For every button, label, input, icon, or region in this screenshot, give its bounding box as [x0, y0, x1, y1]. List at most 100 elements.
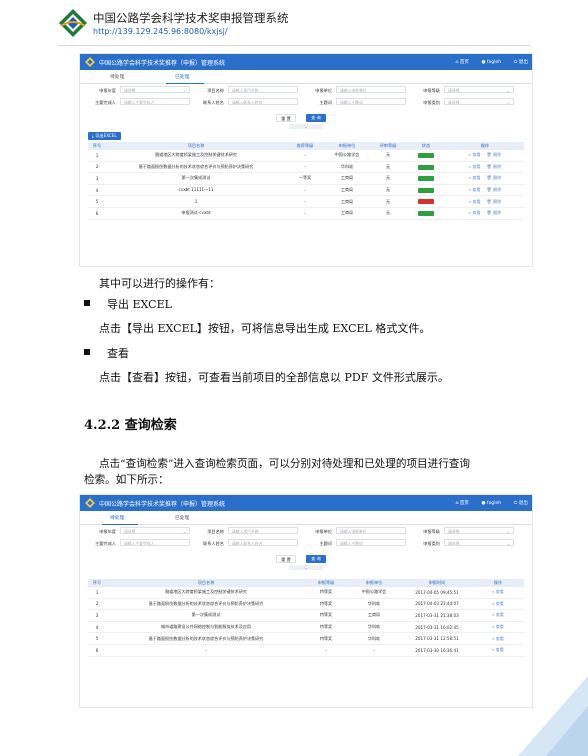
cell-name: -: [106, 644, 306, 657]
tab-processed[interactable]: 已处理: [175, 73, 189, 80]
view-label: 查看: [472, 187, 481, 193]
filter-unit-input[interactable]: 请输入申报单位: [336, 527, 406, 534]
collapse-toggle[interactable]: ⌄: [80, 123, 532, 130]
section-heading: 4.2.2 查询检索: [84, 418, 177, 433]
export-excel-button[interactable]: ⤓ 导出EXCEL: [88, 132, 121, 140]
cell-grade: 特等奖: [306, 632, 346, 645]
filter-keyword-placeholder: 请输入主题词: [340, 541, 363, 546]
nav-user-link[interactable]: ● fagleh: [481, 501, 501, 506]
nav-home-link[interactable]: ⌂ 首页: [455, 501, 469, 506]
cell-actions: ⌕ 查看 🗑 删除: [446, 172, 524, 185]
cell-name: 申报测试-cvxbt: [106, 207, 286, 220]
bullet-marker: [84, 300, 90, 306]
tab-processed[interactable]: 已处理: [175, 514, 189, 521]
reset-button[interactable]: 重 置: [276, 114, 296, 122]
delete-label: 删除: [493, 152, 502, 158]
cell-actions: ⌕ 查看 🗑 删除: [446, 184, 524, 197]
cell-review: 无: [370, 150, 406, 162]
app-title: 中国公路学会科学技术奖推荐（申报）管理系统: [99, 501, 226, 508]
view-link[interactable]: ⌕ 查看: [469, 210, 481, 215]
tab-pending[interactable]: 待处理: [110, 514, 124, 521]
view-link[interactable]: ⌕ 查看: [469, 164, 481, 169]
system-url[interactable]: http://139.129.245.96:8080/kxjsj/: [93, 27, 228, 36]
chevron-down-icon: ⌄: [289, 565, 323, 570]
cell-review: 无: [370, 172, 406, 185]
filter-project-input[interactable]: 请输入项目名称: [228, 527, 298, 534]
cell-grade: 特等奖: [306, 609, 346, 622]
cell-no: 3: [88, 172, 106, 185]
view-label: 查看: [495, 635, 504, 641]
delete-link[interactable]: 🗑 删除: [487, 164, 502, 169]
filter-level-select[interactable]: 请选择 ⌄: [444, 86, 514, 93]
cell-grade: 特等奖: [306, 587, 346, 599]
view-link[interactable]: ⌕ 查看: [492, 612, 504, 617]
view-label: 查看: [495, 612, 504, 618]
nav-home-link[interactable]: ⌂ 首页: [455, 60, 469, 65]
document-header: 中国公路学会科学技术奖申报管理系统 http://139.129.245.96:…: [0, 0, 588, 48]
cell-name: 城市道路建设公共网络控制与智能服务技术及应用: [106, 621, 306, 634]
view-link[interactable]: ⌕ 查看: [469, 152, 481, 157]
chevron-down-icon: ⌄: [182, 88, 186, 93]
app-logo-icon: [85, 57, 95, 67]
reset-button[interactable]: 重 置: [276, 555, 296, 563]
cell-grade: -: [306, 644, 346, 657]
delete-link[interactable]: 🗑 删除: [487, 175, 502, 180]
app-title: 中国公路学会科学技术奖推荐（申报）管理系统: [99, 60, 226, 67]
filter-contact-input[interactable]: 请输入联系人姓名: [228, 539, 298, 546]
filter-completer-input[interactable]: 请输入主要完成人: [120, 98, 190, 105]
view-link[interactable]: ⌕ 查看: [469, 187, 481, 192]
delete-link[interactable]: 🗑 删除: [487, 210, 502, 215]
collapse-toggle[interactable]: ⌄: [80, 564, 532, 571]
view-link[interactable]: ⌕ 查看: [469, 199, 481, 204]
cell-unit: 华科软: [346, 632, 402, 645]
app-logo-icon: [85, 498, 95, 508]
filter-form: 申报年度 请选择 ⌄ 项目名称 请输入项目名称 申报单位 请输入申报单位 申报等级…: [80, 525, 532, 555]
cell-name: 基于路面损伤数据分析的技术状态综合评价与预防养护决策研究: [106, 161, 286, 174]
delete-link[interactable]: 🗑 删除: [487, 187, 502, 192]
cell-review: 无: [370, 184, 406, 197]
filter-year-select[interactable]: 请选择 ⌄: [120, 86, 190, 93]
filter-level-select[interactable]: 请选择 ⌄: [444, 527, 514, 534]
cell-grade: -: [286, 195, 324, 208]
filter-completer-input[interactable]: 请输入主要完成人: [120, 539, 190, 546]
delete-link[interactable]: 🗑 删除: [487, 199, 502, 204]
table-row: 2 基于路面损伤数据分析的技术状态综合评价与预防养护决策研究 特等奖 华科软 2017-…: [88, 598, 524, 611]
cell-actions: ⌕ 查看 🗑 删除: [446, 195, 524, 208]
view-link[interactable]: ⌕ 查看: [492, 624, 504, 629]
filter-contact-input[interactable]: 请输入联系人姓名: [228, 98, 298, 105]
cell-actions: ⌕ 查看 🗑 删除: [446, 161, 524, 174]
cell-no: 5: [88, 632, 106, 645]
view-link[interactable]: ⌕ 查看: [492, 636, 504, 641]
cell-unit: 工商局: [324, 184, 370, 197]
filter-project-placeholder: 请输入项目名称: [232, 88, 259, 93]
filter-completer-placeholder: 请输入主要完成人: [124, 541, 155, 546]
view-link[interactable]: ⌕ 查看: [492, 601, 504, 606]
delete-link[interactable]: 🗑 删除: [487, 152, 502, 157]
nav-logout-link[interactable]: ⏻ 退出: [514, 501, 528, 506]
filter-project-input[interactable]: 请输入项目名称: [228, 86, 298, 93]
filter-label-level: 申报等级: [423, 88, 440, 93]
delete-label: 删除: [493, 175, 502, 181]
filter-keyword-input[interactable]: 请输入主题词: [336, 539, 406, 546]
cell-status: [406, 172, 446, 185]
column-header: 申报时间: [402, 579, 472, 587]
filter-category-select[interactable]: 请选择 ⌄: [444, 539, 514, 546]
item-view-description: 点击【查看】按钮，可查看当前项目的全部信息以 PDF 文件形式展示。: [99, 371, 449, 384]
app-top-bar: 中国公路学会科学技术奖推荐（申报）管理系统 ⌂ 首页 ● fagleh ⏻ 退出: [80, 54, 532, 70]
nav-user-link[interactable]: ● fagleh: [481, 60, 501, 65]
filter-unit-input[interactable]: 请输入申报单位: [336, 86, 406, 93]
filter-keyword-input[interactable]: 请输入主题词: [336, 98, 406, 105]
filter-label-year: 申报年度: [99, 529, 116, 534]
view-link[interactable]: ⌕ 查看: [492, 589, 504, 594]
query-button[interactable]: 查 询: [306, 114, 326, 122]
tab-pending[interactable]: 待处理: [110, 73, 124, 80]
app-top-bar: 中国公路学会科学技术奖推荐（申报）管理系统 ⌂ 首页 ● fagleh ⏻ 退出: [80, 495, 532, 511]
filter-year-select[interactable]: 请选择 ⌄: [120, 527, 190, 534]
column-header: 申报单位: [346, 579, 402, 587]
filter-category-select[interactable]: 请选择 ⌄: [444, 98, 514, 105]
chevron-down-icon: ⌄: [506, 529, 510, 534]
cell-name: 基于路面损伤数据分析的技术状态综合评价与预防养护决策研究: [106, 632, 306, 645]
view-link[interactable]: ⌕ 查看: [469, 175, 481, 180]
query-button[interactable]: 查 询: [306, 555, 326, 563]
nav-logout-link[interactable]: ⏻ 退出: [514, 60, 528, 65]
